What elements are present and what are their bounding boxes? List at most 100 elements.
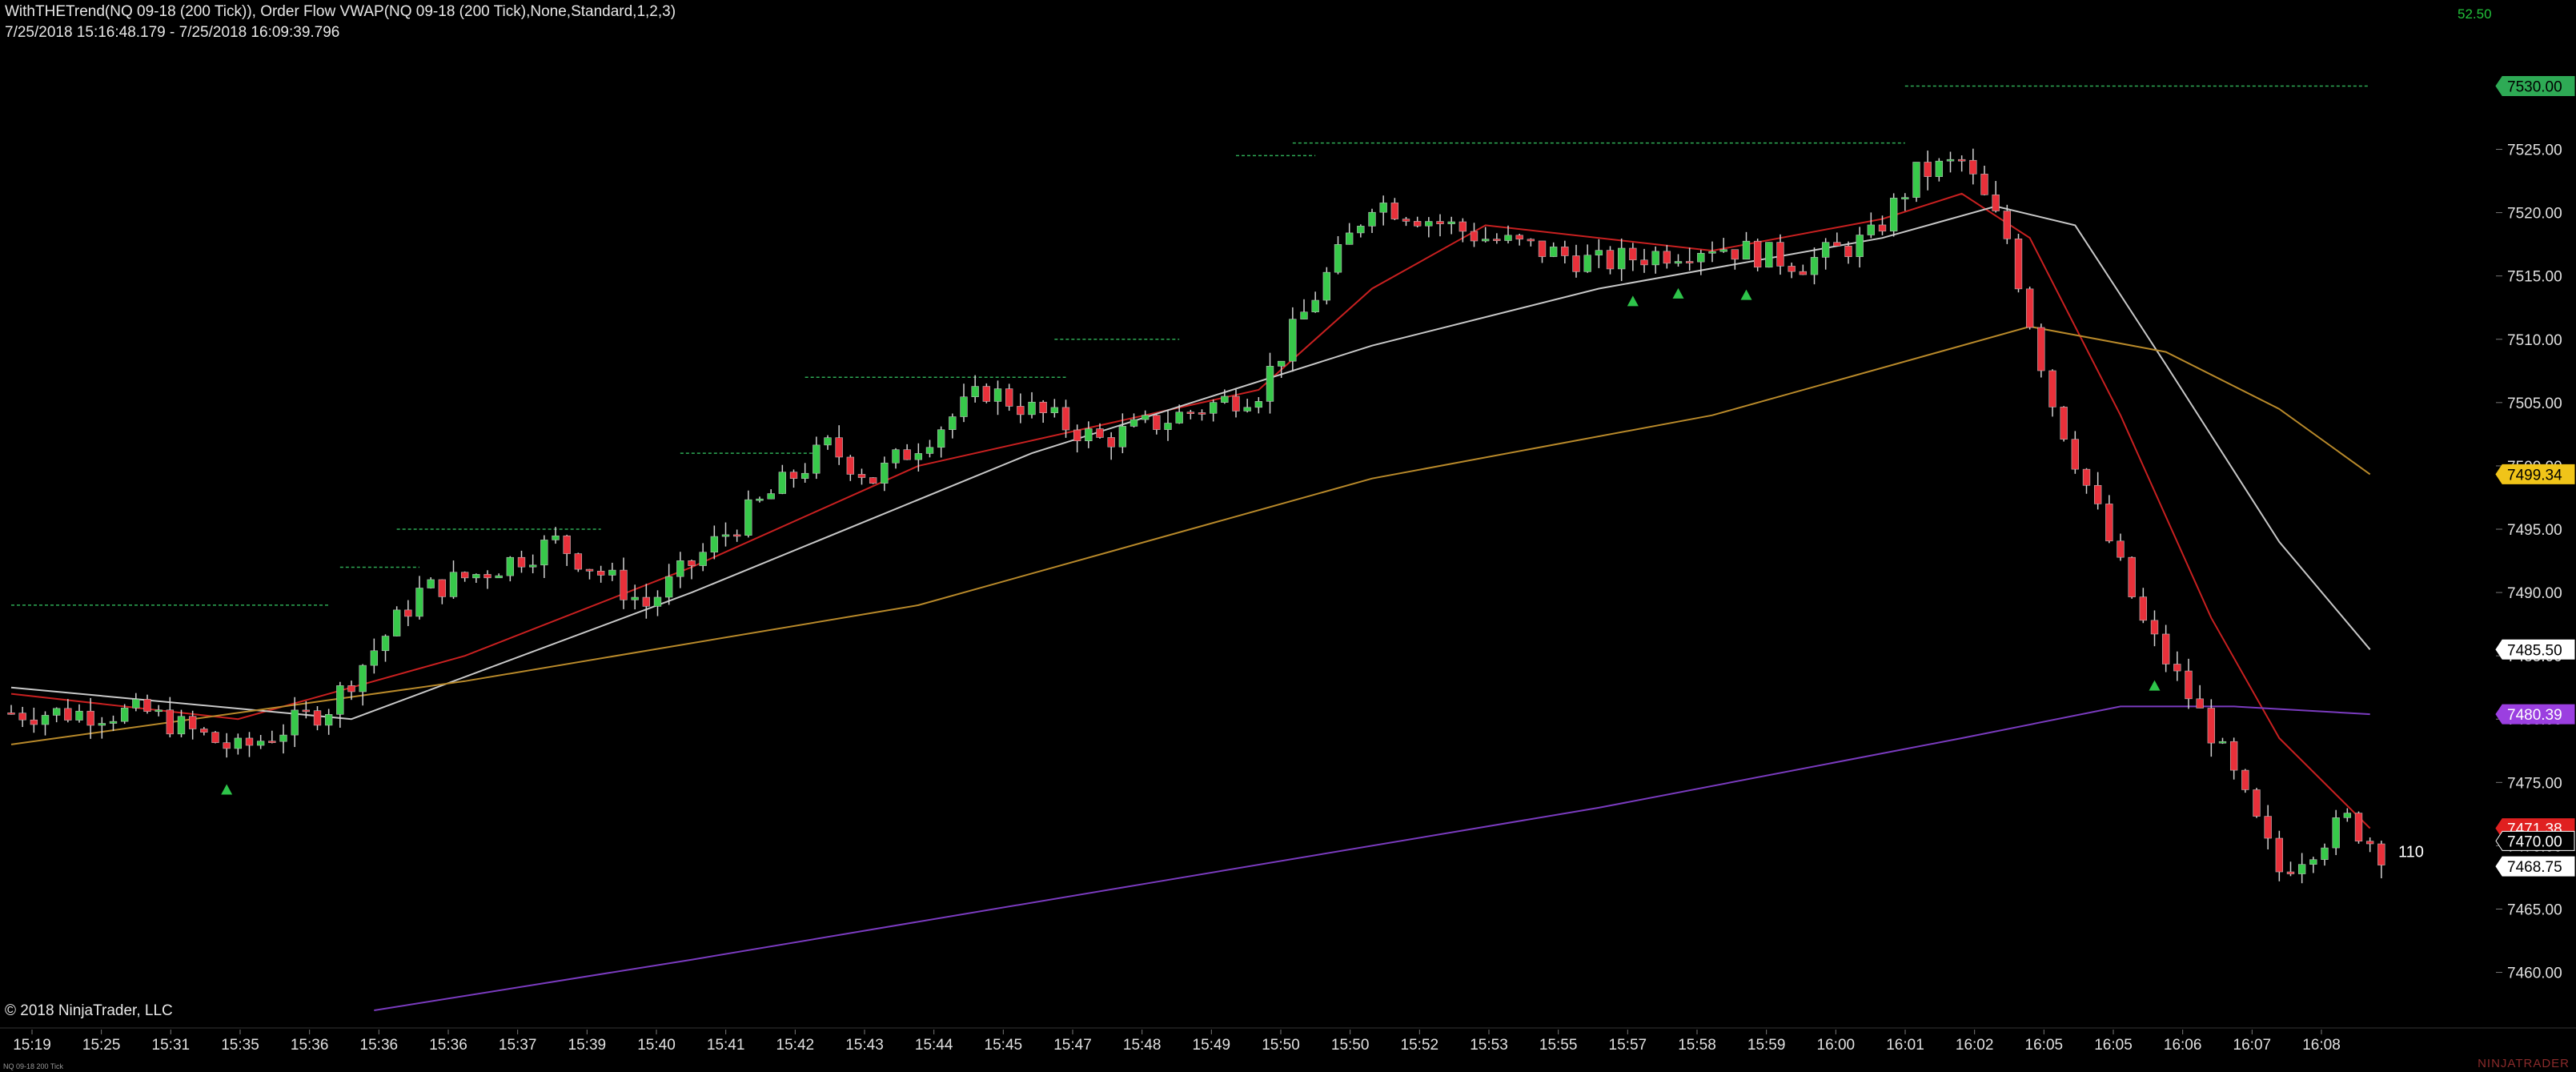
candle-body [1889,198,1898,232]
candle-body [1708,251,1716,254]
candle-body [347,685,355,693]
y-tick-label: 7465.00 [2507,901,2562,918]
x-tick-label: 16:05 [2025,1037,2064,1054]
candle-body [688,560,696,566]
candle-body [1096,428,1104,438]
price-label-text: 7468.75 [2507,859,2562,876]
candle-body [710,536,719,553]
x-tick-label: 16:06 [2164,1037,2202,1054]
candle-body [2048,370,2056,408]
x-tick-label: 15:53 [1470,1037,1508,1054]
signal-markers [221,287,2161,795]
time-axis: 15:19 15:25 15:31 15:35 15:36 15:36 15:36 15:37… [0,1027,2576,1054]
candle-body [2025,288,2034,328]
candle-body [324,714,333,726]
x-tick-label: 15:57 [1609,1037,1647,1054]
candle-body [1799,271,1808,275]
candle-body [563,535,571,554]
candle-body [2014,239,2023,290]
candle-body [279,734,287,742]
x-tick-label: 15:49 [1193,1037,1231,1054]
candle-body [699,552,707,566]
candle-body [1946,159,1955,162]
candle-body [1674,261,1683,264]
x-tick-label: 16:08 [2302,1037,2341,1054]
candle-body [1357,226,1365,234]
candle-body [1629,247,1637,261]
x-tick-label: 16:00 [1817,1037,1856,1054]
candle-body [1685,261,1694,263]
candle-body [1753,240,1762,268]
candle-body [86,710,94,726]
candle-body [2253,789,2261,817]
candle-body [472,574,480,579]
candle-body [1425,221,1433,227]
candle-body [7,713,15,715]
candle-body [1198,412,1206,415]
candle-body [813,444,821,474]
candle-body [18,713,26,721]
x-tick-label: 15:47 [1053,1037,1092,1054]
candle-body [1538,240,1547,257]
instrument-footnote: NQ 09-18 200 Tick [3,1062,64,1070]
candle-body [1640,259,1648,266]
candle-body [528,564,537,568]
candle-body [1368,211,1376,227]
candle-body [914,453,923,460]
candle-body [460,572,469,579]
candle-body [484,574,492,579]
candle-body [732,534,741,537]
candle-body [721,534,730,537]
x-tick-label: 15:39 [568,1037,607,1054]
candle-body [767,493,775,500]
candle-body [1221,395,1229,403]
candle-body [1118,426,1127,448]
candle-body [268,741,276,743]
candle-body [41,715,50,725]
x-tick-label: 15:48 [1123,1037,1162,1054]
candle-body [1017,406,1025,416]
candle-body [256,741,265,746]
candle-body [1765,242,1773,268]
candle-body [620,569,628,600]
y-tick-label: 7520.00 [2507,206,2562,223]
candle-body [2297,864,2306,874]
y-tick-label: 7495.00 [2507,522,2562,539]
candle-body [109,721,118,724]
candle-body [1243,407,1251,412]
candle-body [1912,162,1920,198]
vwap-ma-line [374,705,2370,1011]
x-tick-label: 15:52 [1401,1037,1439,1054]
price-chart[interactable]: 7460.007465.007470.007475.007480.007485.… [0,0,2576,1072]
candle-body [1345,232,1354,245]
candle-body [1583,255,1591,272]
candle-body [291,709,299,736]
candle-body [1436,221,1444,224]
candle-body [2139,596,2148,621]
candle-body [1856,235,1864,257]
candle-body [846,456,855,475]
candle-body [881,462,889,484]
candle-body [1459,221,1467,232]
x-tick-label: 15:40 [637,1037,676,1054]
x-tick-label: 16:07 [2233,1037,2272,1054]
candle-body [2185,670,2193,700]
x-tick-label: 16:02 [1956,1037,1994,1054]
candle-body [857,474,866,478]
x-tick-label: 15:45 [985,1037,1023,1054]
candle-body [1719,249,1727,252]
candle-body [1130,419,1138,427]
x-tick-label: 15:42 [776,1037,815,1054]
candle-body [676,560,684,577]
x-tick-label: 15:55 [1539,1037,1578,1054]
candle-body [313,710,322,726]
x-tick-label: 15:50 [1331,1037,1370,1054]
candle-body [517,556,526,568]
candle-body [120,708,129,722]
candle-body [1821,242,1830,258]
candle-body [143,699,151,712]
candle-body [1266,366,1274,402]
x-tick-label: 15:59 [1747,1037,1786,1054]
candle-body [404,609,412,617]
candle-body [2003,211,2012,239]
